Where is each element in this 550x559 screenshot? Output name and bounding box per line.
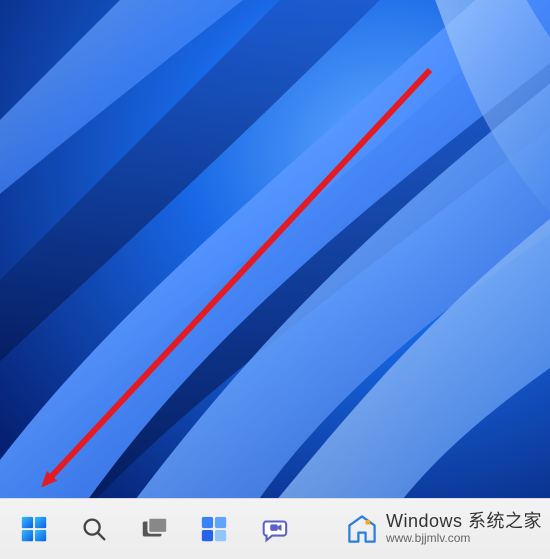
windows-logo-icon — [19, 514, 49, 544]
start-button[interactable] — [12, 507, 56, 551]
search-icon — [79, 514, 109, 544]
chat-icon — [259, 514, 289, 544]
widgets-icon — [199, 514, 229, 544]
task-view-button[interactable] — [132, 507, 176, 551]
taskbar — [0, 498, 550, 559]
teams-chat-button[interactable] — [252, 507, 296, 551]
widgets-button[interactable] — [192, 507, 236, 551]
desktop-wallpaper — [0, 0, 550, 498]
task-view-icon — [139, 514, 169, 544]
search-button[interactable] — [72, 507, 116, 551]
